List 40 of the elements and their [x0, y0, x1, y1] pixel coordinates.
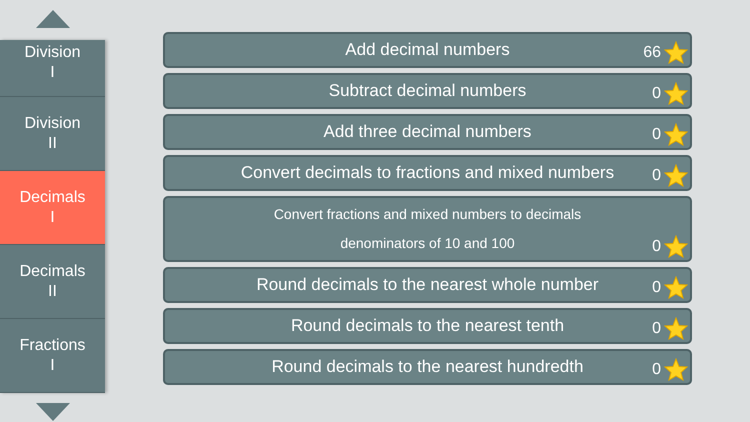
star-icon	[664, 82, 688, 105]
star-count: 66	[643, 42, 661, 62]
star-icon	[664, 41, 688, 64]
topic-tab[interactable]: Fractions I	[0, 319, 105, 393]
lesson-title: Round decimals to the nearest whole number	[256, 274, 599, 296]
topic-tab[interactable]: Division I	[0, 40, 105, 97]
star-count: 0	[652, 318, 661, 338]
lesson-title: Subtract decimal numbers	[328, 80, 526, 102]
lesson-title: Round decimals to the nearest hundredth	[272, 356, 584, 378]
lesson-title: Convert decimals to fractions and mixed numbers	[240, 162, 614, 184]
topic-tab[interactable]: Decimals I	[0, 171, 105, 245]
lesson-button[interactable]: Round decimals to the nearest hundredth 0	[163, 349, 692, 385]
star-count: 0	[652, 236, 661, 256]
star-icon	[664, 317, 688, 340]
topic-tab[interactable]: Decimals II	[0, 245, 105, 319]
lesson-title: denominators of 10 and 100	[340, 234, 515, 253]
star-icon	[664, 358, 688, 381]
star-icon	[664, 235, 688, 258]
star-icon	[664, 276, 688, 299]
star-count: 0	[652, 124, 661, 144]
star-count: 0	[652, 278, 661, 298]
lesson-title: Round decimals to the nearest tenth	[290, 315, 564, 337]
lesson-button[interactable]: Round decimals to the nearest whole number 0	[163, 267, 692, 303]
star-count: 0	[652, 360, 661, 380]
star-count: 0	[652, 166, 661, 186]
lesson-button[interactable]: Add decimal numbers 66	[163, 32, 692, 68]
lesson-button[interactable]: Round decimals to the nearest tenth 0	[163, 308, 692, 344]
star-icon	[664, 123, 688, 146]
star-icon	[664, 164, 688, 187]
lesson-button[interactable]: Add three decimal numbers 0	[163, 114, 692, 150]
lesson-title: Add three decimal numbers	[324, 121, 532, 143]
star-count: 0	[652, 84, 661, 104]
topic-tab[interactable]: Division II	[0, 97, 105, 171]
lesson-button[interactable]: Convert fractions and mixed numbers to decimals denominators of 10 and 100 0	[163, 196, 692, 262]
lesson-title: Add decimal numbers	[345, 39, 510, 61]
scroll-down-icon[interactable]	[36, 403, 70, 421]
lesson-button[interactable]: Convert decimals to fractions and mixed numbers 0	[163, 155, 692, 191]
lesson-button[interactable]: Subtract decimal numbers 0	[163, 73, 692, 109]
scroll-up-icon[interactable]	[36, 10, 70, 28]
lesson-title: Convert fractions and mixed numbers to decimals	[274, 205, 582, 224]
